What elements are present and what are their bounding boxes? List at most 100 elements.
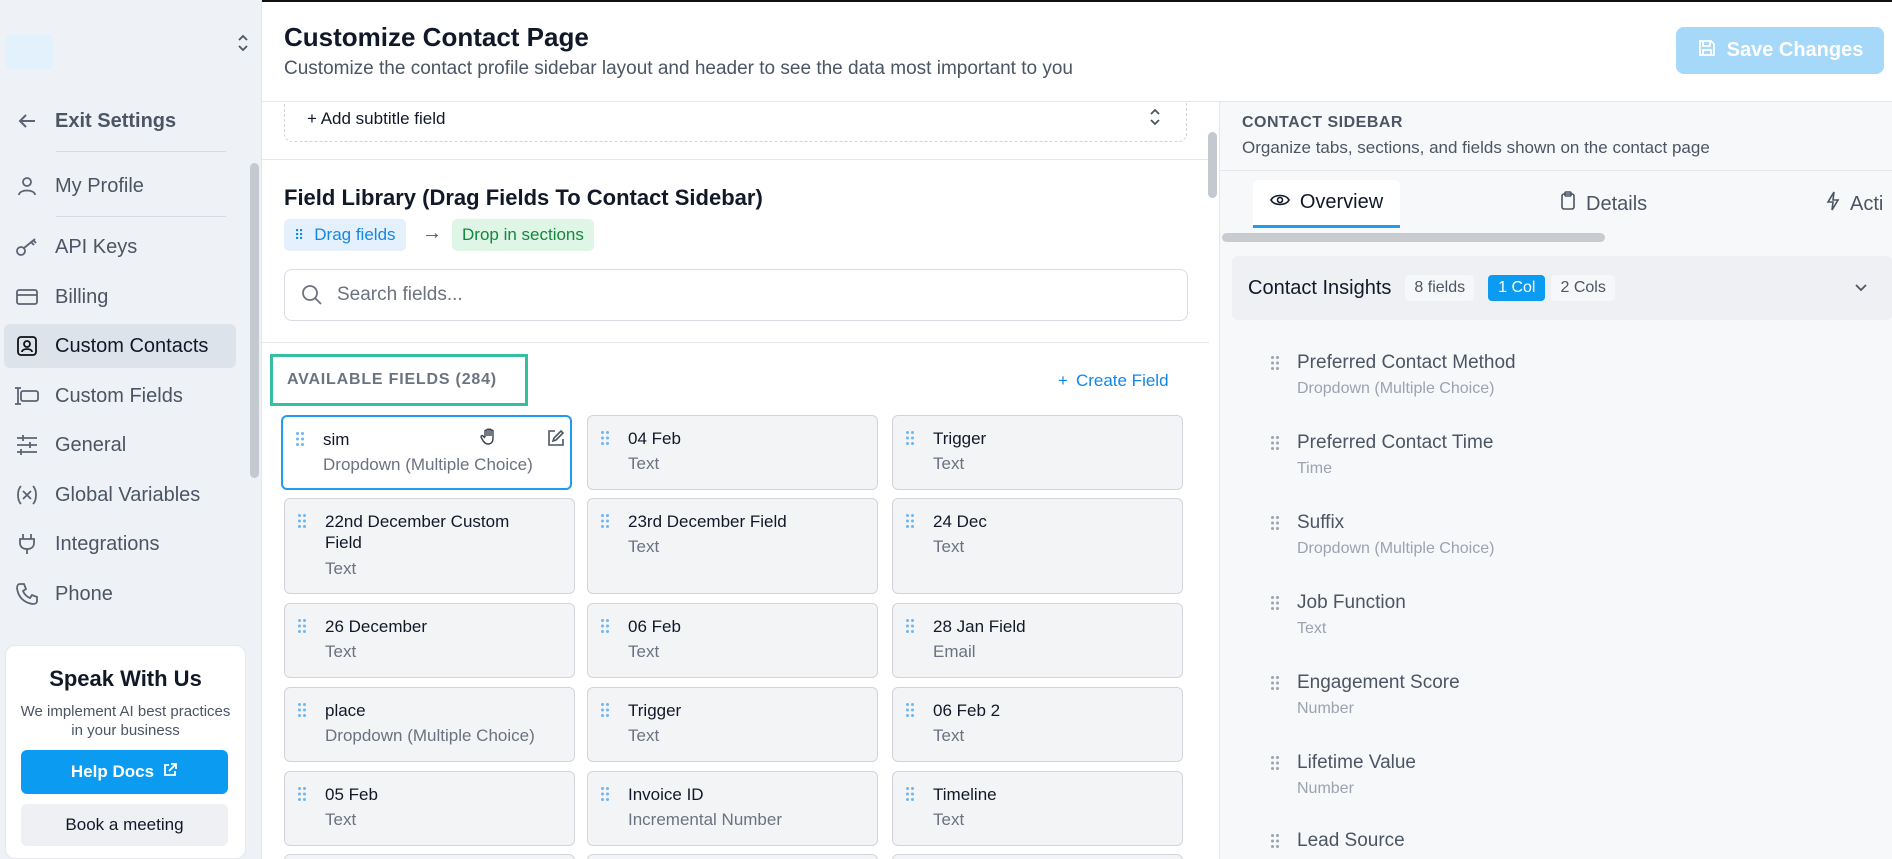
grip-icon[interactable] [297,618,307,634]
book-meeting-button[interactable]: Book a meeting [21,804,228,846]
field-card-invoice-id[interactable]: Invoice ID Incremental Number [587,771,878,846]
field-card-place[interactable]: place Dropdown (Multiple Choice) [284,687,575,762]
sidebar-item-exit-settings[interactable]: Exit Settings [4,99,236,143]
grip-icon[interactable] [1270,833,1280,849]
contact-sidebar-panel: CONTACT SIDEBAR Organize tabs, sections,… [1220,102,1892,859]
field-name: 22nd December Custom Field [325,512,510,552]
promo-card: Speak With Us We implement AI best pract… [5,645,246,859]
grip-icon[interactable] [600,702,610,718]
create-field-label: Create Field [1075,371,1169,390]
grip-icon[interactable] [905,430,915,446]
field-card-trigger-2[interactable]: Trigger Text [587,687,878,762]
field-name: Invoice ID [628,785,704,804]
sidebar-item-label: General [55,433,127,456]
grip-icon[interactable] [295,431,305,447]
tab-activity[interactable]: Acti [1826,180,1883,228]
grip-icon[interactable] [297,786,307,802]
grip-icon[interactable] [600,618,610,634]
sidebar-item-integrations[interactable]: Integrations [4,522,236,566]
field-card-24-dec[interactable]: 24 Dec Text [892,498,1183,594]
sidebar-item-api-keys[interactable]: API Keys [4,225,236,269]
grip-icon[interactable] [1270,435,1280,451]
field-card-22nd-december-custom-field[interactable]: 22nd December Custom Field Text [284,498,575,594]
field-type: Text [325,810,357,829]
field-type: Text [325,559,357,578]
chevron-updown-icon[interactable] [236,32,250,54]
grip-icon[interactable] [1270,755,1280,771]
sidebar-item-custom-contacts[interactable]: Custom Contacts [4,324,236,368]
field-card-partial[interactable] [892,854,1183,859]
grip-icon[interactable] [1270,515,1280,531]
grip-icon[interactable] [905,618,915,634]
tab-details[interactable]: Details [1560,180,1647,228]
one-column-toggle[interactable]: 1 Col [1488,275,1546,301]
search-field-box[interactable]: Search fields... [284,269,1188,321]
plug-icon [12,529,42,559]
drag-fields-label: Drag fields [314,225,396,244]
credit-card-icon [12,282,42,312]
sidebar-scrollbar[interactable] [250,163,259,478]
help-docs-button[interactable]: Help Docs [21,750,228,794]
grip-icon[interactable] [600,786,610,802]
create-field-button[interactable]: + Create Field [1058,371,1169,391]
field-name: Trigger [628,701,682,720]
add-subtitle-field-select[interactable]: + Add subtitle field [284,102,1187,142]
field-type: Text [628,454,660,473]
chevron-down-icon[interactable] [1852,278,1870,296]
save-changes-button[interactable]: Save Changes [1676,27,1884,74]
field-card-sim[interactable]: sim Dropdown (Multiple Choice) [281,415,572,490]
field-name: 06 Feb 2 [933,701,1001,720]
sidebar-item-global-variables[interactable]: Global Variables [4,473,236,517]
field-card-05-feb[interactable]: 05 Feb Text [284,771,575,846]
tab-overview[interactable]: Overview [1253,180,1400,228]
sidebar-item-general[interactable]: General [4,423,236,467]
sidebar-item-label: Custom Fields [55,384,183,407]
section-contact-insights[interactable]: Contact Insights 8 fields 1 Col 2 Cols [1232,256,1892,320]
grip-icon[interactable] [905,702,915,718]
grip-icon[interactable] [1270,355,1280,371]
grip-icon[interactable] [1270,675,1280,691]
search-input[interactable]: Search fields... [337,284,463,306]
field-name: 05 Feb [325,785,378,804]
grip-icon[interactable] [905,513,915,529]
field-name: 06 Feb [628,617,681,636]
contact-card-icon [12,331,42,361]
field-card-partial[interactable] [284,854,575,859]
field-type: Text [628,642,660,661]
field-card-partial[interactable] [587,854,878,859]
field-card-trigger[interactable]: Trigger Text [892,415,1183,490]
grip-icon[interactable] [297,702,307,718]
grip-icon[interactable] [905,786,915,802]
grip-icon[interactable] [600,430,610,446]
tabs-scrollbar[interactable] [1222,233,1605,242]
sidebar-item-custom-fields[interactable]: Custom Fields [4,374,236,418]
library-scrollbar[interactable] [1208,132,1217,198]
field-type: Email [933,642,976,661]
field-card-26-december[interactable]: 26 December Text [284,603,575,678]
grip-icon[interactable] [600,513,610,529]
field-card-23rd-december-field[interactable]: 23rd December Field Text [587,498,878,594]
divider [56,151,226,152]
sidebar-item-my-profile[interactable]: My Profile [4,164,236,208]
field-card-06-feb[interactable]: 06 Feb Text [587,603,878,678]
grip-icon[interactable] [1270,595,1280,611]
sidebar-item-billing[interactable]: Billing [4,275,236,319]
two-column-toggle[interactable]: 2 Cols [1551,275,1615,301]
sidebar-item-phone[interactable]: Phone [4,572,236,616]
field-type: Text [933,810,965,829]
sidebar-field-name: Suffix [1297,512,1345,533]
drag-fields-chip: ⠿ Drag fields [284,219,406,251]
field-card-06-feb-2[interactable]: 06 Feb 2 Text [892,687,1183,762]
logo[interactable] [6,34,54,70]
field-type: Text [933,537,965,556]
search-icon [301,284,323,306]
grip-icon[interactable] [297,513,307,529]
field-card-28-jan-field[interactable]: 28 Jan Field Email [892,603,1183,678]
hand-grab-icon [479,426,499,446]
sidebar-field-name: Preferred Contact Time [1297,432,1494,453]
save-icon [1697,38,1717,64]
field-card-04-feb[interactable]: 04 Feb Text [587,415,878,490]
edit-icon[interactable] [547,429,565,447]
field-card-timeline[interactable]: Timeline Text [892,771,1183,846]
sidebar-field-type: Text [1297,620,1327,637]
